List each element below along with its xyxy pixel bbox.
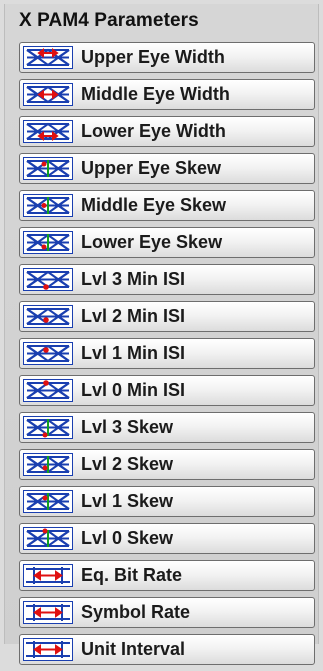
level-skew-icon [26, 528, 70, 548]
level-min-isi-icon [26, 307, 70, 326]
parameter-label: Lvl 0 Min ISI [81, 380, 186, 400]
level-skew-icon [23, 416, 73, 439]
parameter-button-upper-eye-skew[interactable]: Upper Eye Skew [19, 153, 315, 184]
unit-interval-icon [23, 638, 73, 661]
parameter-label: Upper Eye Skew [81, 158, 222, 178]
bit-rate-icon [23, 564, 73, 587]
parameter-button-lower-eye-skew[interactable]: Lower Eye Skew [19, 227, 315, 258]
parameter-label: Lvl 0 Skew [81, 528, 174, 548]
level-skew-icon [26, 455, 70, 474]
pam4-parameters-panel: X PAM4 Parameters Upper Eye Width Middle… [4, 4, 319, 665]
eye-skew-icon [23, 157, 73, 180]
symbol-rate-icon [26, 604, 70, 621]
bit-rate-icon [26, 567, 70, 584]
parameter-button-lvl-1-min-isi[interactable]: Lvl 1 Min ISI [19, 338, 315, 369]
level-skew-icon [23, 453, 73, 476]
parameter-label: Lower Eye Skew [81, 232, 223, 252]
parameter-label: Middle Eye Skew [81, 195, 227, 215]
eye-width-icon [23, 83, 73, 106]
level-min-isi-icon [23, 379, 73, 402]
level-skew-icon [26, 492, 70, 511]
unit-interval-icon [26, 641, 70, 658]
parameter-label: Upper Eye Width [81, 47, 225, 67]
parameter-label: Lvl 2 Skew [81, 454, 174, 474]
parameter-label: Lvl 2 Min ISI [81, 306, 186, 326]
parameter-button-lvl-3-skew[interactable]: Lvl 3 Skew [19, 412, 315, 443]
level-skew-icon [23, 527, 73, 550]
eye-skew-icon [23, 194, 73, 217]
parameter-button-lvl-1-skew[interactable]: Lvl 1 Skew [19, 486, 315, 517]
eye-width-icon [23, 120, 73, 143]
parameter-label: Lvl 3 Skew [81, 417, 174, 437]
parameter-label: Eq. Bit Rate [81, 565, 183, 585]
eye-skew-icon [26, 233, 70, 252]
parameter-button-upper-eye-width[interactable]: Upper Eye Width [19, 42, 315, 73]
panel-title: X PAM4 Parameters [19, 10, 199, 31]
level-min-isi-icon [26, 270, 70, 290]
parameter-label: Lvl 1 Min ISI [81, 343, 186, 363]
level-min-isi-icon [26, 344, 70, 363]
eye-width-icon [23, 46, 73, 69]
parameter-button-lvl-2-skew[interactable]: Lvl 2 Skew [19, 449, 315, 480]
eye-width-icon [26, 85, 70, 104]
level-min-isi-icon [23, 342, 73, 365]
parameter-button-unit-interval[interactable]: Unit Interval [19, 634, 315, 665]
parameter-button-lvl-0-min-isi[interactable]: Lvl 0 Min ISI [19, 375, 315, 406]
parameter-label: Symbol Rate [81, 602, 191, 622]
parameter-label: Middle Eye Width [81, 84, 230, 104]
symbol-rate-icon [23, 601, 73, 624]
parameter-button-middle-eye-skew[interactable]: Middle Eye Skew [19, 190, 315, 221]
parameter-button-lower-eye-width[interactable]: Lower Eye Width [19, 116, 315, 147]
parameter-label: Lower Eye Width [81, 121, 226, 141]
level-skew-icon [23, 490, 73, 513]
level-min-isi-icon [23, 305, 73, 328]
eye-skew-icon [26, 159, 70, 178]
eye-skew-icon [26, 196, 70, 215]
parameter-button-eq-bit-rate[interactable]: Eq. Bit Rate [19, 560, 315, 591]
parameter-button-lvl-3-min-isi[interactable]: Lvl 3 Min ISI [19, 264, 315, 295]
eye-width-icon [26, 122, 70, 141]
level-skew-icon [26, 418, 70, 438]
level-min-isi-icon [26, 380, 70, 400]
parameter-button-middle-eye-width[interactable]: Middle Eye Width [19, 79, 315, 110]
parameter-label: Lvl 3 Min ISI [81, 269, 186, 289]
eye-skew-icon [23, 231, 73, 254]
parameter-list: Upper Eye Width Middle Eye Width Lower E… [19, 42, 315, 671]
parameter-label: Unit Interval [81, 639, 186, 659]
eye-width-icon [26, 48, 70, 67]
parameter-label: Lvl 1 Skew [81, 491, 174, 511]
parameter-button-lvl-2-min-isi[interactable]: Lvl 2 Min ISI [19, 301, 315, 332]
level-min-isi-icon [23, 268, 73, 291]
parameter-button-symbol-rate[interactable]: Symbol Rate [19, 597, 315, 628]
parameter-button-lvl-0-skew[interactable]: Lvl 0 Skew [19, 523, 315, 554]
